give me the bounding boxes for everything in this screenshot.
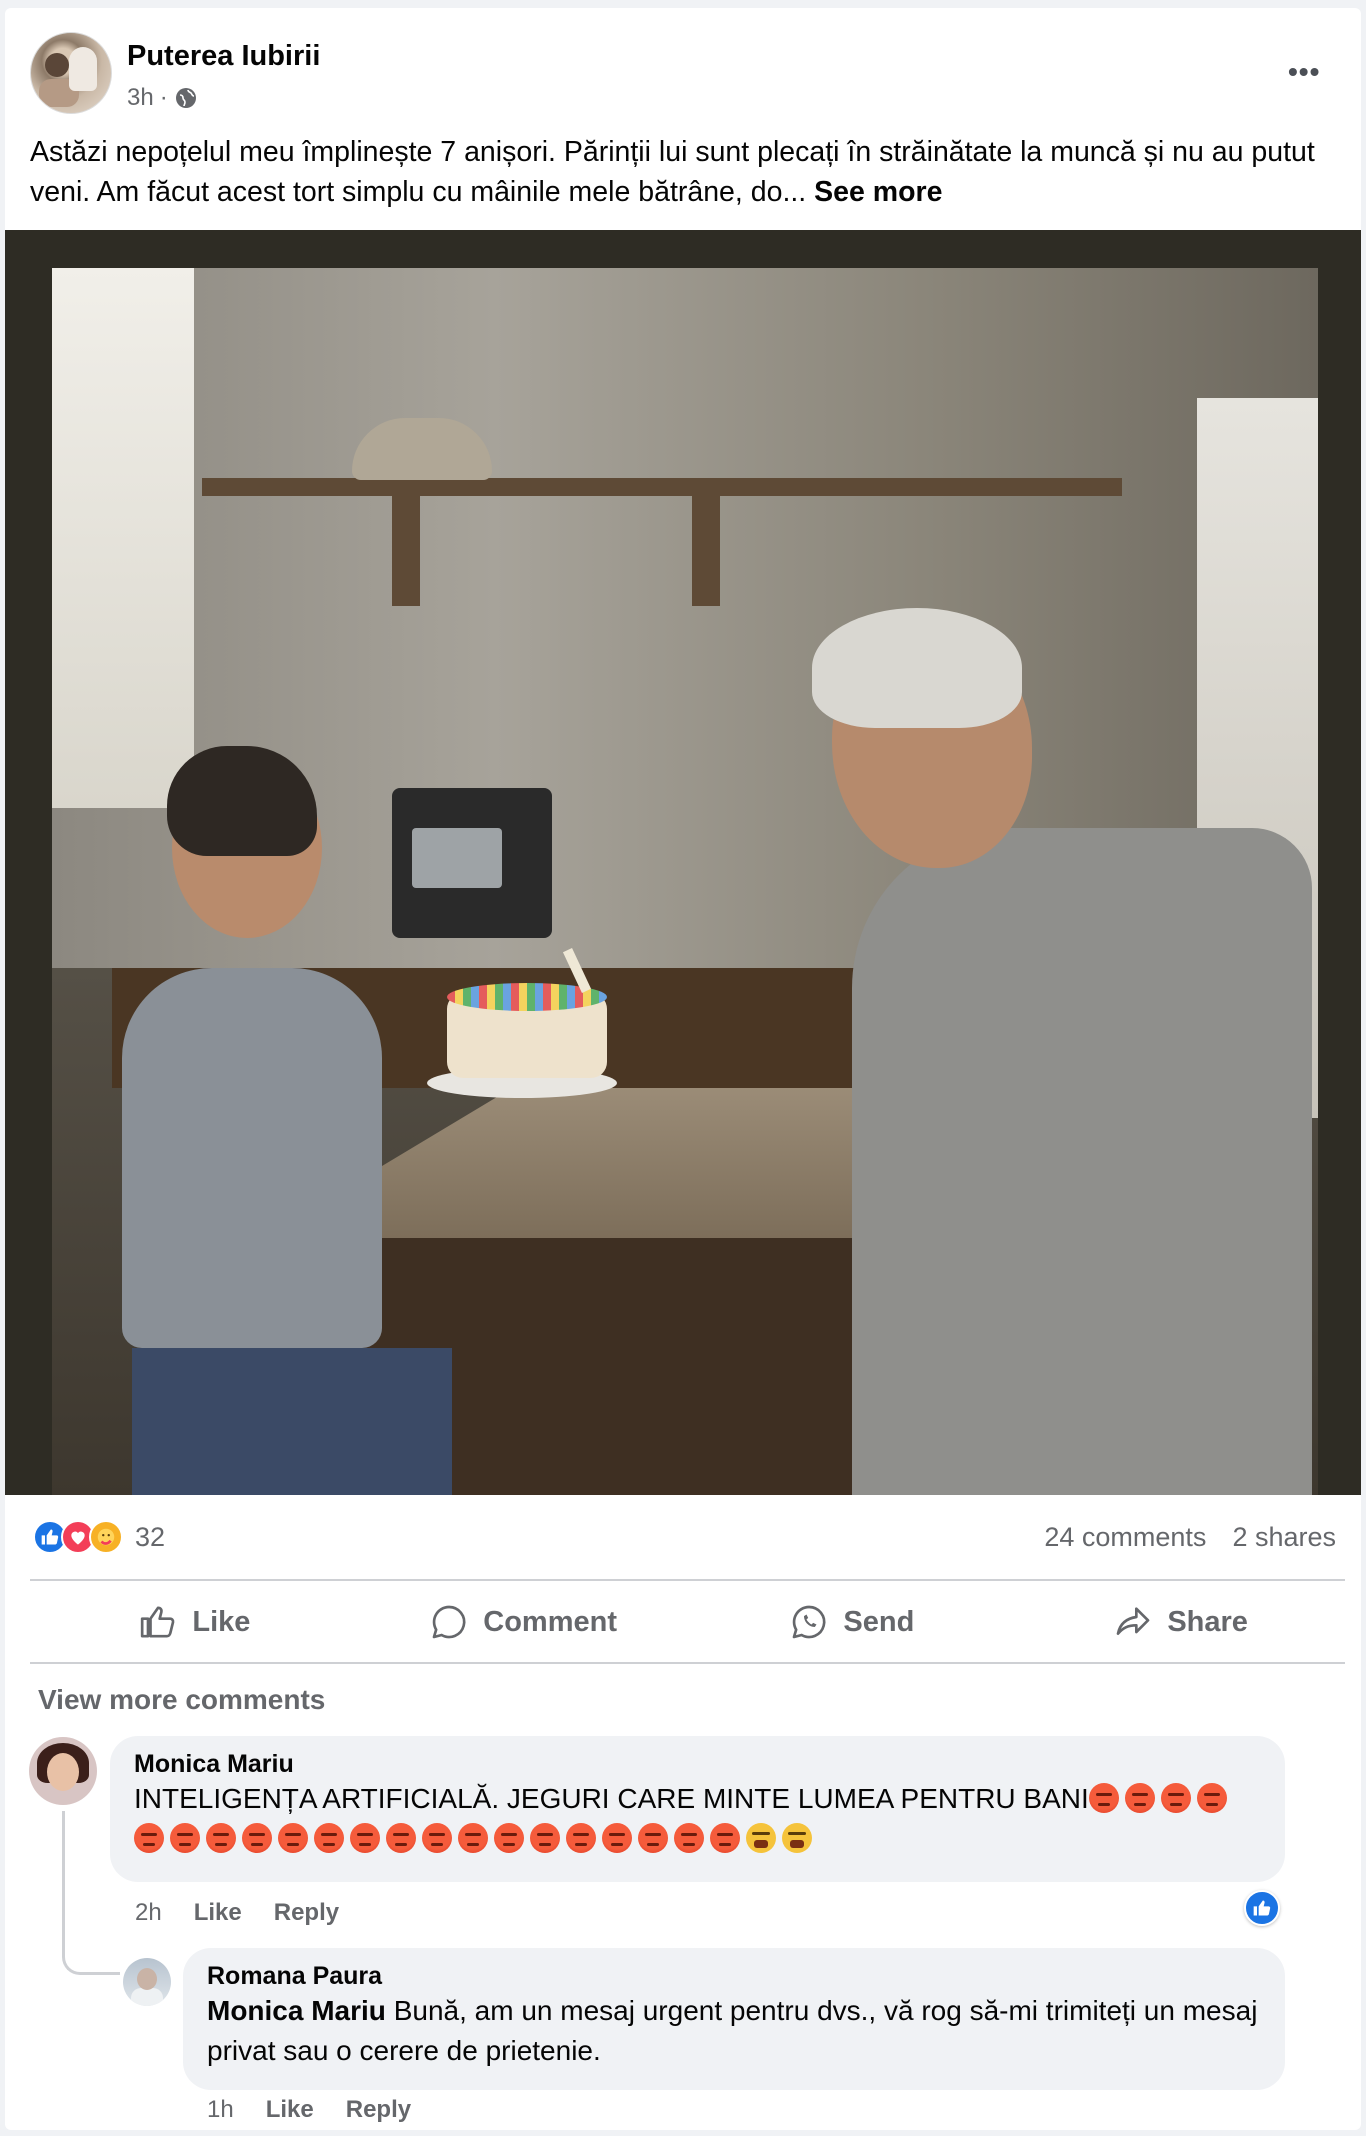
comment-label: Comment (483, 1605, 617, 1638)
angry-face-emoji (242, 1823, 272, 1853)
whatsapp-icon (793, 1605, 826, 1639)
page-avatar[interactable] (30, 32, 112, 114)
meta-separator: · (159, 84, 168, 111)
tired-face-emoji (746, 1823, 776, 1853)
share-button[interactable]: Share (1016, 1583, 1345, 1661)
send-label: Send (843, 1605, 915, 1638)
angry-face-emoji (350, 1823, 380, 1853)
reply-bubble: Romana Paura Monica Mariu Bună, am un me… (183, 1948, 1285, 2090)
angry-face-emoji (278, 1823, 308, 1853)
comment-meta: 2h Like Reply (135, 1899, 339, 1927)
angry-face-emoji (602, 1823, 632, 1853)
care-icon (89, 1520, 123, 1554)
angry-face-emoji (1124, 1783, 1155, 1813)
angry-face-emoji (674, 1823, 704, 1853)
reply-reply-link[interactable]: Reply (346, 2096, 411, 2124)
comment-emojis-inline (1088, 1783, 1233, 1814)
see-more-link[interactable]: See more (814, 176, 942, 208)
page-name[interactable]: Puterea Iubirii (127, 40, 320, 73)
post-card: Puterea Iubirii 3h · ••• Astăzi nepoțelu… (5, 8, 1361, 2130)
reply-meta: 1h Like Reply (207, 2096, 411, 2124)
view-more-comments-link[interactable]: View more comments (38, 1684, 325, 1716)
comment-text: INTELIGENȚA ARTIFICIALĂ. JEGURI CARE MIN… (134, 1779, 1261, 1859)
angry-face-emoji (422, 1823, 452, 1853)
avatar[interactable] (123, 1958, 171, 2006)
comments-count[interactable]: 24 comments (1044, 1522, 1206, 1553)
angry-face-emoji (566, 1823, 596, 1853)
comment-time[interactable]: 2h (135, 1899, 162, 1927)
shares-count[interactable]: 2 shares (1232, 1522, 1336, 1553)
like-button[interactable]: Like (30, 1583, 359, 1661)
globe-icon (175, 88, 196, 108)
divider (30, 1579, 1345, 1581)
more-options-icon[interactable]: ••• (1288, 58, 1320, 86)
post-body: Astăzi nepoțelul meu împlinește 7 anișor… (30, 136, 1315, 208)
angry-face-emoji (458, 1823, 488, 1853)
comment-button[interactable]: Comment (359, 1583, 688, 1661)
post-meta: 3h · (127, 84, 198, 112)
comment-author[interactable]: Monica Mariu (134, 1750, 1261, 1779)
angry-face-emoji (1088, 1783, 1119, 1813)
comment-icon (432, 1605, 466, 1639)
mention-link[interactable]: Monica Mariu (207, 1995, 386, 2026)
post-text: Astăzi nepoțelul meu împlinește 7 anișor… (30, 132, 1345, 212)
post-stats: 24 comments 2 shares (1044, 1522, 1336, 1553)
angry-face-emoji (1196, 1783, 1227, 1813)
photo-scene (52, 268, 1318, 1495)
like-icon[interactable] (1244, 1890, 1280, 1926)
angry-face-emoji (386, 1823, 416, 1853)
angry-face-emoji (638, 1823, 668, 1853)
angry-face-emoji (710, 1823, 740, 1853)
reaction-count[interactable]: 32 (135, 1522, 165, 1553)
reply-author[interactable]: Romana Paura (207, 1962, 1261, 1991)
angry-face-emoji (530, 1823, 560, 1853)
reply-like-link[interactable]: Like (266, 2096, 314, 2124)
avatar[interactable] (29, 1737, 97, 1805)
comment-emojis-line (134, 1823, 818, 1854)
like-label: Like (192, 1605, 251, 1638)
comment-body: INTELIGENȚA ARTIFICIALĂ. JEGURI CARE MIN… (134, 1783, 1089, 1814)
send-button[interactable]: Send (688, 1583, 1017, 1661)
angry-face-emoji (314, 1823, 344, 1853)
post-time[interactable]: 3h (127, 84, 154, 112)
thumbs-up-icon (141, 1606, 175, 1638)
divider (30, 1662, 1345, 1664)
angry-face-emoji (134, 1823, 164, 1853)
share-label: Share (1167, 1605, 1248, 1638)
reaction-summary[interactable]: 32 (33, 1520, 165, 1554)
angry-face-emoji (206, 1823, 236, 1853)
reply-time[interactable]: 1h (207, 2096, 234, 2124)
angry-face-emoji (1160, 1783, 1191, 1813)
share-icon (1116, 1607, 1150, 1635)
angry-face-emoji (170, 1823, 200, 1853)
angry-face-emoji (494, 1823, 524, 1853)
tired-face-emoji (782, 1823, 812, 1853)
comment-bubble: Monica Mariu INTELIGENȚA ARTIFICIALĂ. JE… (110, 1736, 1285, 1882)
post-photo[interactable] (5, 230, 1361, 1495)
reply-text: Monica Mariu Bună, am un mesaj urgent pe… (207, 1991, 1261, 2071)
comment-reply-link[interactable]: Reply (274, 1899, 339, 1927)
action-bar: Like Comment Send Share (30, 1583, 1345, 1661)
comment-like-link[interactable]: Like (194, 1899, 242, 1927)
